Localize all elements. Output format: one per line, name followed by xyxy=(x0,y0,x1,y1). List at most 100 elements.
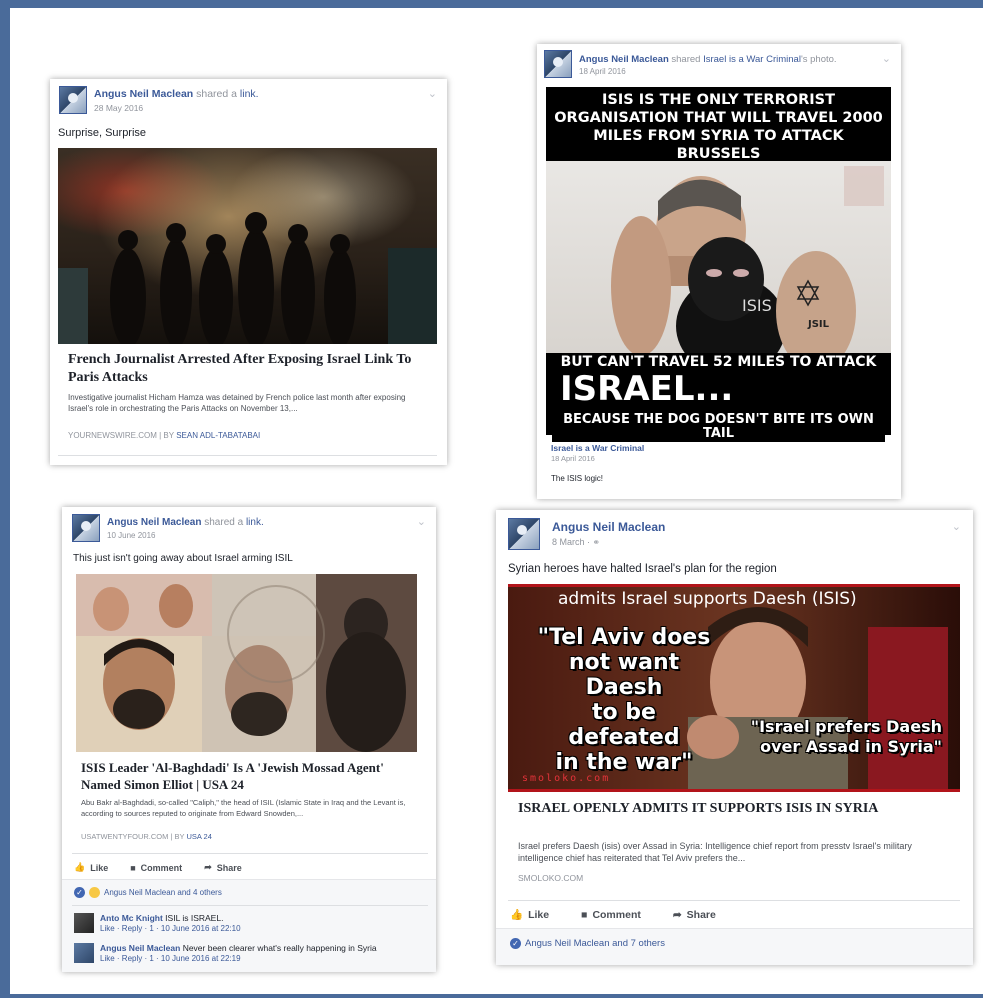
meme-image[interactable]: ISIS IS THE ONLY TERRORIST ORGANISATION … xyxy=(546,87,891,442)
meme-figures: ISIS JSIL xyxy=(611,166,884,353)
like-reaction-icon: ✓ xyxy=(510,938,521,949)
post-text: Syrian heroes have halted Israel's plan … xyxy=(508,563,777,575)
image-watermark: smoloko.com xyxy=(522,773,611,784)
crowd-silhouettes xyxy=(58,212,437,344)
link-source: YOURNEWSWIRE.COM | BY SEAN ADL-TABATABAI xyxy=(68,431,260,440)
post-object-link[interactable]: Israel is a War Criminal xyxy=(703,54,801,65)
post-action: shared a xyxy=(196,88,237,100)
quote1-line: not want Daesh xyxy=(568,650,680,700)
post-card-paris: Angus Neil Maclean shared a link. 28 May… xyxy=(50,79,447,465)
origin-text: The ISIS logic! xyxy=(551,474,604,483)
quote1-line: "Tel Aviv does xyxy=(537,625,711,650)
reactions-text: Angus Neil Maclean and 7 others xyxy=(525,938,665,949)
post-card-daesh: Angus Neil Maclean 8 March · ⚭ ⌄ Syrian … xyxy=(496,510,973,965)
comment-label: Comment xyxy=(592,908,641,921)
meme-big-text: ISRAEL... xyxy=(560,369,734,409)
author-name[interactable]: Angus Neil Maclean xyxy=(552,520,665,534)
link-author[interactable]: USA 24 xyxy=(186,832,211,841)
post-card-baghdadi: Angus Neil Maclean shared a link. 10 Jun… xyxy=(62,507,436,972)
post-author-line: Angus Neil Maclean shared a link. xyxy=(94,88,259,100)
comment-icon: ■ xyxy=(581,908,588,921)
like-button[interactable]: 👍 Like xyxy=(510,908,550,922)
commenter-avatar[interactable] xyxy=(74,943,94,963)
image-quote-1: "Tel Aviv does not want Daesh to be defe… xyxy=(534,625,714,775)
action-bar: 👍 Like ■ Comment ➦ Share xyxy=(74,862,242,873)
post-text: This just isn't going away about Israel … xyxy=(73,553,293,564)
link-source: USATWENTYFOUR.COM | BY USA 24 xyxy=(81,832,212,841)
like-button[interactable]: 👍 Like xyxy=(74,862,108,873)
comment-author[interactable]: Angus Neil Maclean xyxy=(100,943,180,953)
comment-meta[interactable]: Like · Reply · 1 · 10 June 2016 at 22:10 xyxy=(100,924,241,933)
link-title[interactable]: French Journalist Arrested After Exposin… xyxy=(68,351,418,387)
post-author-line: Angus Neil Maclean shared Israel is a Wa… xyxy=(579,54,837,65)
post-object-suffix: 's photo. xyxy=(800,54,837,65)
link-image[interactable]: admits Israel supports Daesh (ISIS) "Tel… xyxy=(508,584,960,792)
link-by-prefix: | BY xyxy=(159,431,174,440)
like-label: Like xyxy=(90,862,109,873)
link-image[interactable] xyxy=(58,148,437,344)
share-button[interactable]: ➦ Share xyxy=(204,862,242,873)
share-arrow-icon: ➦ xyxy=(672,908,682,921)
post-object-link[interactable]: link. xyxy=(240,88,259,100)
author-name[interactable]: Angus Neil Maclean xyxy=(579,54,669,65)
tattoo-label: JSIL xyxy=(807,319,830,330)
post-date: 8 March · ⚭ xyxy=(552,537,601,547)
reactions-summary[interactable]: ✓ Angus Neil Maclean and 7 others xyxy=(510,938,665,949)
origin-date: 18 April 2016 xyxy=(551,454,595,463)
post-date[interactable]: 18 April 2016 xyxy=(579,67,626,76)
link-title[interactable]: ISRAEL OPENLY ADMITS IT SUPPORTS ISIS IN… xyxy=(518,800,918,818)
quote1-line: to be defeated xyxy=(568,700,680,750)
link-by-prefix: | BY xyxy=(170,832,185,841)
chevron-down-icon[interactable]: ⌄ xyxy=(417,515,426,528)
quote2-line: over Assad in Syria" xyxy=(760,737,942,756)
avatar[interactable] xyxy=(59,86,87,114)
meme-top-text: ISIS IS THE ONLY TERRORIST ORGANISATION … xyxy=(552,91,885,163)
share-button[interactable]: ➦ Share xyxy=(673,908,716,921)
comment-author[interactable]: Anto Mc Knight xyxy=(100,913,163,923)
chevron-down-icon[interactable]: ⌄ xyxy=(952,520,961,533)
share-label: Share xyxy=(216,862,242,873)
avatar[interactable] xyxy=(544,50,572,78)
link-description: Investigative journalist Hicham Hamza wa… xyxy=(68,393,406,413)
avatar[interactable] xyxy=(72,514,100,542)
comment-1: Anto Mc Knight ISIL is ISRAEL. Like · Re… xyxy=(100,913,241,933)
comment-meta[interactable]: Like · Reply · 1 · 10 June 2016 at 22:19 xyxy=(100,954,241,963)
chevron-down-icon[interactable]: ⌄ xyxy=(428,87,437,100)
comment-2: Angus Neil Maclean Never been clearer wh… xyxy=(100,943,377,963)
link-description: Israel prefers Daesh (isis) over Assad i… xyxy=(518,841,912,863)
comment-text: ISIL is ISRAEL. xyxy=(165,913,224,923)
comment-button[interactable]: ■ Comment xyxy=(130,862,182,873)
post-action: shared xyxy=(671,54,701,65)
link-domain: SMOLOKO.COM xyxy=(518,873,584,883)
link-title[interactable]: ISIS Leader 'Al-Baghdadi' Is A 'Jewish M… xyxy=(81,759,421,793)
link-image[interactable] xyxy=(76,574,417,752)
mask-label: ISIS xyxy=(742,296,772,315)
chevron-down-icon[interactable]: ⌄ xyxy=(882,52,891,65)
post-text: Surprise, Surprise xyxy=(58,127,147,139)
avatar[interactable] xyxy=(508,518,540,550)
divider xyxy=(58,455,437,456)
author-name[interactable]: Angus Neil Maclean xyxy=(94,88,193,100)
commenter-avatar[interactable] xyxy=(74,913,94,933)
collage xyxy=(76,574,417,752)
link-author[interactable]: SEAN ADL-TABATABAI xyxy=(176,431,260,440)
comment-button[interactable]: ■ Comment xyxy=(581,908,641,921)
reactions-text: Angus Neil Maclean and 4 others xyxy=(104,888,222,897)
link-domain: YOURNEWSWIRE.COM xyxy=(68,431,157,440)
meme-bottom-text: BECAUSE THE DOG DOESN'T BITE ITS OWN TAI… xyxy=(552,412,885,442)
post-date-text[interactable]: 8 March xyxy=(552,537,585,547)
post-action: shared a xyxy=(204,517,244,528)
author-name[interactable]: Angus Neil Maclean xyxy=(107,517,201,528)
link-description: Abu Bakr al-Baghdadi, so-called "Caliph,… xyxy=(81,798,406,818)
post-object-link[interactable]: link. xyxy=(246,517,264,528)
origin-page-name[interactable]: Israel is a War Criminal xyxy=(551,443,644,453)
thumbs-up-icon: 👍 xyxy=(510,909,524,921)
like-label: Like xyxy=(528,908,550,921)
thumbs-up-icon: 👍 xyxy=(74,862,86,872)
post-date[interactable]: 28 May 2016 xyxy=(94,103,143,113)
post-date[interactable]: 10 June 2016 xyxy=(107,531,156,540)
quote2-line: "Israel prefers Daesh xyxy=(750,717,942,736)
divider xyxy=(508,900,960,901)
reactions-summary[interactable]: ✓ Angus Neil Maclean and 4 others xyxy=(74,887,222,898)
image-quote-2: "Israel prefers Daesh over Assad in Syri… xyxy=(722,717,942,757)
